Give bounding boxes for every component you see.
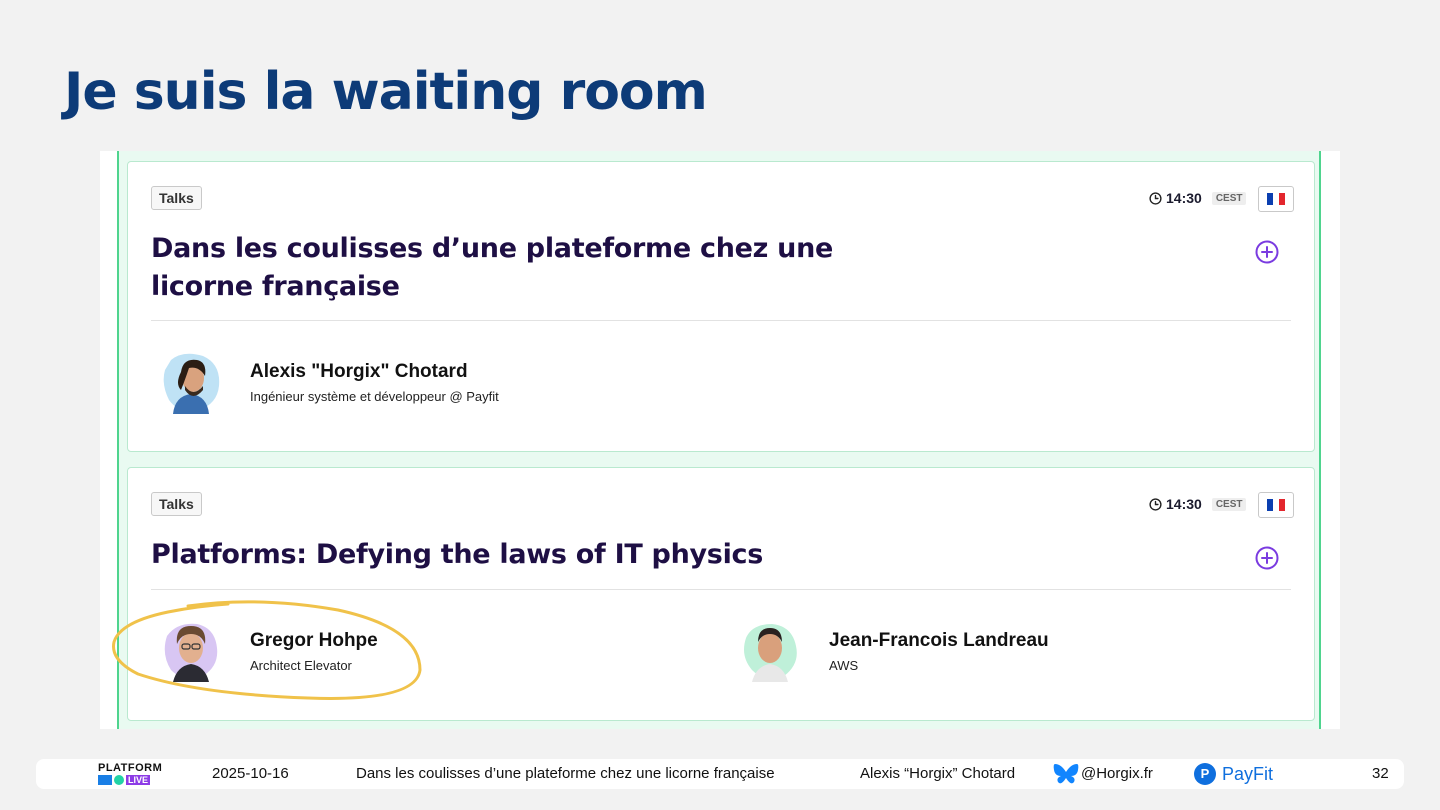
schedule-frame: Talks 14:30 CEST Dans les coulisses d’un… — [117, 151, 1321, 729]
speaker-role: Ingénieur système et développeur @ Payfi… — [250, 389, 499, 404]
talk-title[interactable]: Platforms: Defying the laws of IT physic… — [151, 536, 951, 574]
bluesky-icon — [1053, 764, 1079, 784]
footer-talk-title: Dans les coulisses d’une plateforme chez… — [356, 765, 775, 782]
clock-icon — [1149, 191, 1162, 205]
footer-author: Alexis “Horgix” Chotard — [860, 765, 1016, 782]
speaker-name[interactable]: Jean-Francois Landreau — [829, 630, 1049, 652]
talk-type-tag: Talks — [151, 492, 202, 516]
add-to-schedule-icon[interactable] — [1255, 546, 1279, 570]
language-flag — [1258, 186, 1294, 212]
talk-time: 14:30 CEST — [1149, 190, 1247, 206]
language-flag — [1258, 492, 1294, 518]
timezone-badge: CEST — [1211, 497, 1247, 511]
talk-type-tag: Talks — [151, 186, 202, 210]
clock-icon — [1149, 497, 1162, 511]
speaker-avatar[interactable] — [159, 350, 223, 414]
talk-card[interactable]: Talks 14:30 CEST Dans les coulisses d’un… — [127, 161, 1315, 452]
speaker-avatar[interactable] — [738, 618, 802, 682]
footer-date: 2025-10-16 — [212, 765, 289, 782]
platformcon-logo: PLATFORM LIVE — [98, 762, 170, 786]
add-to-schedule-icon[interactable] — [1255, 240, 1279, 264]
page-number: 32 — [1372, 765, 1389, 782]
speaker-avatar[interactable] — [159, 618, 223, 682]
speaker-role: AWS — [829, 658, 859, 673]
talk-card[interactable]: Talks 14:30 CEST Platforms: Defying the … — [127, 467, 1315, 721]
card-divider — [151, 320, 1291, 321]
talk-title[interactable]: Dans les coulisses d’une plateforme chez… — [151, 230, 851, 306]
french-flag-icon — [1267, 499, 1285, 511]
speaker-name[interactable]: Gregor Hohpe — [250, 630, 378, 652]
live-badge: LIVE — [126, 775, 151, 785]
french-flag-icon — [1267, 193, 1285, 205]
speaker-name[interactable]: Alexis "Horgix" Chotard — [250, 361, 468, 383]
talk-time: 14:30 CEST — [1149, 496, 1247, 512]
slide-footer: PLATFORM LIVE 2025-10-16 Dans les coulis… — [36, 759, 1404, 789]
logo-wordmark: PLATFORM — [98, 762, 163, 774]
speaker-role: Architect Elevator — [250, 658, 352, 673]
company-name: PayFit — [1222, 764, 1274, 784]
timezone-badge: CEST — [1211, 191, 1247, 205]
schedule-screenshot: Talks 14:30 CEST Dans les coulisses d’un… — [100, 151, 1340, 729]
payfit-logo: P PayFit — [1194, 761, 1273, 787]
card-divider — [151, 589, 1291, 590]
time-value: 14:30 — [1166, 190, 1202, 206]
time-value: 14:30 — [1166, 496, 1202, 512]
slide-title: Je suis la waiting room — [64, 62, 708, 122]
footer-handle: @Horgix.fr — [1081, 765, 1153, 782]
